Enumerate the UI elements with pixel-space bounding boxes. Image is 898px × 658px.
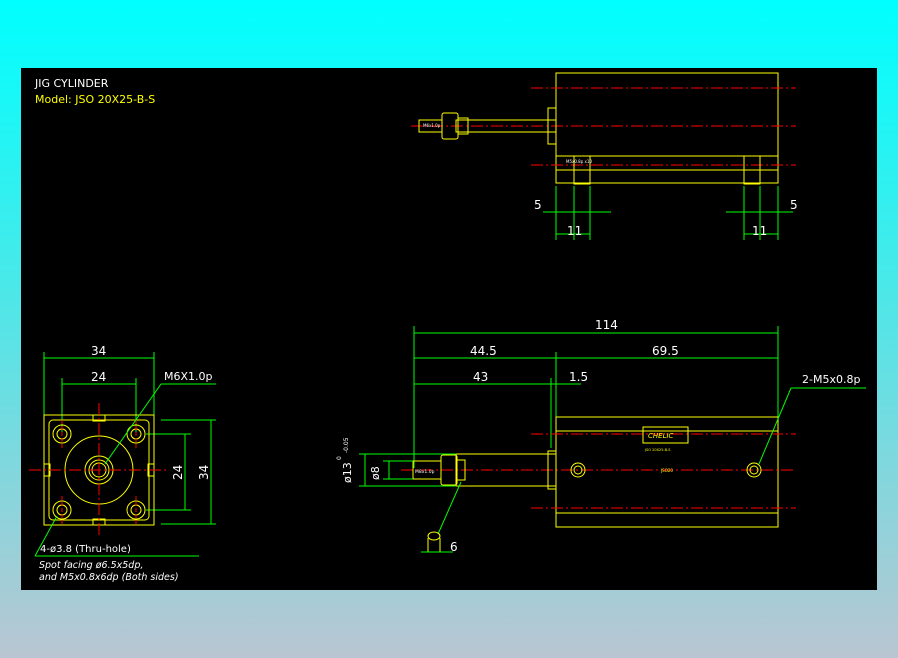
- end-dim-pitch: 24: [91, 370, 106, 384]
- end-dim-width: 34: [91, 344, 106, 358]
- end-dim-height: 34: [197, 465, 211, 480]
- hole-callout: 4-ø3.8 (Thru-hole): [40, 544, 131, 555]
- rod-diameter: ø13: [341, 462, 354, 483]
- svg-text:M8x1.0p: M8x1.0p: [415, 469, 435, 475]
- front-view: 114 44.5 69.5 43 1.5 CHELIC JSO 20X25-B-…: [336, 318, 866, 554]
- nut-width: 6: [450, 540, 458, 554]
- piston-diameter: ø8: [369, 466, 382, 480]
- top-dim-left-gap: 5: [534, 198, 542, 212]
- top-view-body: [555, 72, 779, 184]
- rod-tolerance-lower: -0.05: [343, 437, 350, 453]
- end-dim-pitch-v: 24: [171, 465, 185, 480]
- model-label: Model: JSO 20X25-B-S: [35, 93, 155, 106]
- svg-text:JSO20: JSO20: [660, 468, 673, 473]
- front-dim-front: 44.5: [470, 344, 497, 358]
- top-dim-left-width: 11: [567, 224, 582, 238]
- svg-text:CHELIC: CHELIC: [648, 432, 674, 440]
- end-view: 34 24 24 34 M6X1.0p 4-ø3.8 (Thru-hole) S…: [29, 344, 216, 583]
- port-callout: 2-M5x0.8p: [802, 373, 860, 386]
- rod-tolerance-upper: 0: [336, 456, 343, 460]
- note-line-1: Spot facing ø6.5x5dp,: [39, 560, 143, 571]
- svg-text:M6x1.0p: M6x1.0p: [423, 123, 441, 128]
- front-dim-flange: 1.5: [569, 370, 588, 384]
- cad-drawing: JIG CYLINDER Model: JSO 20X25-B-S M6x1.0…: [29, 72, 866, 583]
- top-dim-right-width: 11: [752, 224, 767, 238]
- front-dim-rod: 43: [473, 370, 488, 384]
- top-view: M6x1.0p M5x0.8p x10 5 11 5 11: [411, 72, 798, 240]
- svg-text:JSO 20X25-B-S: JSO 20X25-B-S: [644, 448, 671, 452]
- note-line-2: and M5x0.8x6dp (Both sides): [39, 572, 179, 583]
- svg-text:M5x0.8p x10: M5x0.8p x10: [566, 159, 592, 164]
- drawing-title: JIG CYLINDER: [34, 77, 109, 90]
- front-dim-total: 114: [595, 318, 618, 332]
- front-dim-body: 69.5: [652, 344, 679, 358]
- thread-callout: M6X1.0p: [164, 370, 213, 383]
- cad-drawing-canvas: JIG CYLINDER Model: JSO 20X25-B-S M6x1.0…: [21, 68, 877, 590]
- top-dim-right-gap: 5: [790, 198, 798, 212]
